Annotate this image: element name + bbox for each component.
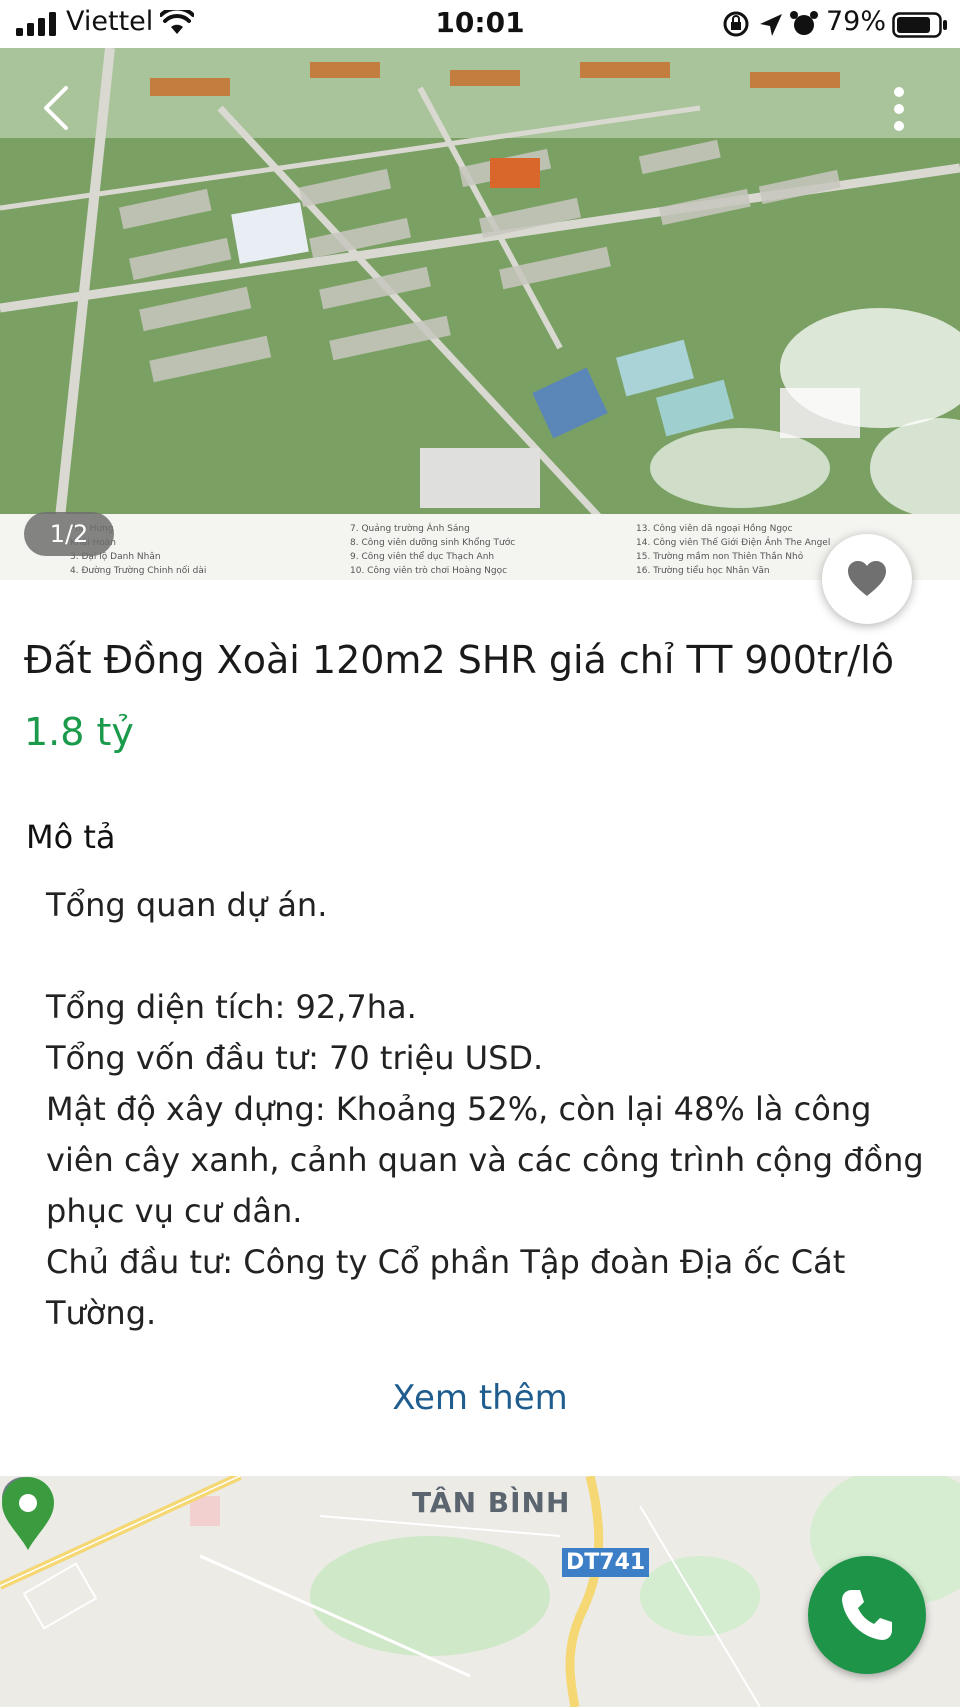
description-intro: Tổng quan dự án. xyxy=(46,886,328,924)
description-line: Chủ đầu tư: Công ty Cổ phần Tập đoàn Địa… xyxy=(46,1243,846,1332)
legend-item: 10. Công viên trò chơi Hoàng Ngọc xyxy=(350,566,508,576)
legend-item: 7. Quảng trường Ánh Sáng xyxy=(350,524,470,534)
legend-item: 16. Trường tiểu học Nhân Văn xyxy=(636,566,770,576)
legend-item: 14. Công viên Thế Giới Điện Ảnh The Ange… xyxy=(636,538,831,548)
listing-price: 1.8 tỷ xyxy=(24,710,134,754)
call-button[interactable] xyxy=(808,1556,926,1674)
legend-item: 9. Công viên thể dục Thạch Anh xyxy=(350,552,495,562)
battery-icon xyxy=(892,12,947,38)
site-plan-legend: Phú Hưng Khải Hoàn 3. Đại lộ Danh Nhân 4… xyxy=(0,514,960,580)
status-bar: Viettel 10:01 79% xyxy=(0,0,960,48)
rotation-lock-icon xyxy=(723,11,749,37)
legend-item: 8. Công viên dưỡng sinh Khổng Tước xyxy=(350,538,516,548)
location-pin-icon[interactable] xyxy=(0,1476,56,1552)
site-plan-photo xyxy=(0,48,960,518)
phone-icon xyxy=(842,1590,892,1640)
description-line: Mật độ xây dựng: Khoảng 52%, còn lại 48%… xyxy=(46,1090,924,1230)
location-arrow-icon xyxy=(760,14,782,36)
heart-icon xyxy=(848,561,886,596)
map-road-label: DT741 xyxy=(562,1548,650,1577)
description-line: Tổng vốn đầu tư: 70 triệu USD. xyxy=(46,1039,544,1077)
description-heading: Mô tả xyxy=(26,818,116,856)
battery-percent: 79% xyxy=(826,6,887,37)
description-text: Tổng quan dự án. Tổng diện tích: 92,7ha.… xyxy=(46,880,926,1339)
see-more-link[interactable]: Xem thêm xyxy=(0,1378,960,1418)
legend-item: 15. Trường mầm non Thiên Thần Nhỏ xyxy=(636,552,804,562)
legend-item: 13. Công viên dã ngoại Hồng Ngọc xyxy=(636,524,793,534)
legend-column-mid: 7. Quảng trường Ánh Sáng 8. Công viên dư… xyxy=(350,522,515,578)
photo-counter-badge: 1/2 xyxy=(24,512,114,556)
status-icons xyxy=(723,11,818,37)
more-options-icon[interactable] xyxy=(884,84,914,134)
legend-column-right: 13. Công viên dã ngoại Hồng Ngọc 14. Côn… xyxy=(636,522,830,578)
description-line: Tổng diện tích: 92,7ha. xyxy=(46,988,417,1026)
favorite-button[interactable] xyxy=(822,534,912,624)
map-area-label: TÂN BÌNH xyxy=(412,1486,571,1519)
alarm-icon xyxy=(790,11,818,35)
listing-photo-gallery[interactable]: Phú Hưng Khải Hoàn 3. Đại lộ Danh Nhân 4… xyxy=(0,48,960,580)
back-arrow-icon[interactable] xyxy=(36,80,76,136)
listing-title: Đất Đồng Xoài 120m2 SHR giá chỉ TT 900tr… xyxy=(24,638,895,682)
legend-item: 4. Đường Trường Chinh nối dài xyxy=(70,566,207,576)
